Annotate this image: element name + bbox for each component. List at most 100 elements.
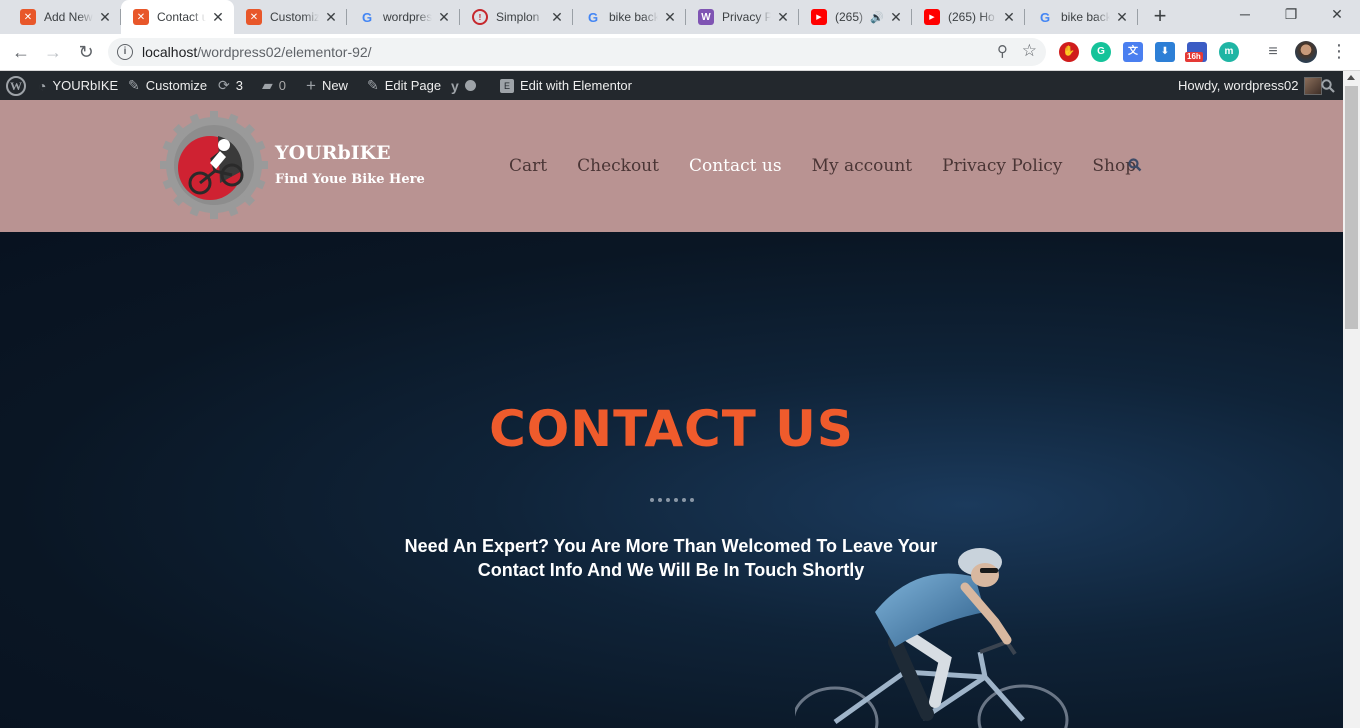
bike-logo-icon[interactable] — [160, 111, 268, 219]
close-tab-icon[interactable]: ✕ — [549, 9, 565, 26]
page-viewport: W ◔ YOURbIKE ✎ Customize ⟳ 3 ▰ 0 + New ✎… — [0, 71, 1343, 728]
customize-link[interactable]: ✎ Customize — [128, 71, 207, 100]
back-button[interactable]: ← — [8, 39, 34, 65]
browser-tab[interactable]: ! Simplon ✕ — [460, 0, 573, 34]
site-name-menu[interactable]: ◔ YOURbIKE — [38, 71, 118, 100]
cyclist-image — [795, 548, 1069, 728]
address-bar[interactable]: i localhost/wordpress02/elementor-92/ ⚲ … — [108, 38, 1046, 66]
grammarly-extension-icon[interactable]: G — [1091, 42, 1111, 62]
comment-icon: ▰ — [262, 77, 273, 93]
close-tab-icon[interactable]: ✕ — [775, 9, 791, 26]
nav-checkout[interactable]: Checkout — [577, 156, 659, 176]
browser-tab[interactable]: ▶ (265) 🔊 ✕ — [799, 0, 912, 34]
browser-tab[interactable]: ✕ Add New ✕ — [8, 0, 121, 34]
browser-tab[interactable]: W Privacy P ✕ — [686, 0, 799, 34]
elementor-icon: E — [500, 78, 514, 93]
wp-admin-bar: W ◔ YOURbIKE ✎ Customize ⟳ 3 ▰ 0 + New ✎… — [0, 71, 1343, 100]
google-icon: G — [361, 9, 373, 25]
pencil-icon: ✎ — [367, 77, 379, 93]
profile-avatar[interactable] — [1295, 41, 1317, 63]
browser-tab[interactable]: G wordpress ✕ — [347, 0, 460, 34]
edit-elementor-label: Edit with Elementor — [520, 78, 632, 93]
dashboard-icon: ◔ — [38, 77, 47, 94]
updates-count: 3 — [235, 78, 243, 93]
wordpress-logo-menu[interactable]: W — [6, 71, 26, 100]
close-tab-icon[interactable]: ✕ — [1001, 9, 1017, 26]
search-icon[interactable] — [1128, 158, 1142, 172]
chrome-menu-icon[interactable]: ⋮ — [1330, 40, 1348, 62]
edit-page-link[interactable]: ✎ Edit Page — [367, 71, 441, 100]
youtube-icon: ▶ — [924, 9, 940, 25]
close-tab-icon[interactable]: ✕ — [436, 9, 452, 26]
customize-label: Customize — [145, 78, 208, 93]
nav-my-account[interactable]: My account — [812, 156, 913, 176]
close-tab-icon[interactable]: ✕ — [1114, 9, 1130, 26]
new-content-menu[interactable]: + New — [306, 71, 348, 100]
simplon-icon: ! — [472, 9, 488, 25]
forward-button[interactable]: → — [40, 39, 66, 65]
xampp-icon: ✕ — [133, 9, 149, 25]
tab-title: (265) — [835, 10, 864, 24]
audio-playing-icon[interactable]: 🔊 — [870, 11, 884, 24]
yoast-menu[interactable]: y — [451, 71, 476, 100]
bookmark-star-icon[interactable]: ☆ — [1022, 41, 1037, 61]
updates-icon: ⟳ — [218, 77, 230, 93]
google-icon: G — [1039, 9, 1051, 25]
woocommerce-icon: W — [698, 9, 714, 25]
scroll-up-arrow[interactable] — [1347, 75, 1355, 80]
tab-title: Add New — [44, 10, 93, 24]
xampp-icon: ✕ — [20, 9, 36, 25]
nav-contact-us[interactable]: Contact us — [689, 156, 782, 176]
scrollbar-thumb[interactable] — [1345, 86, 1358, 329]
tab-title: Simplon — [496, 10, 540, 24]
close-tab-icon[interactable]: ✕ — [97, 9, 113, 26]
new-tab-button[interactable]: + — [1148, 5, 1172, 29]
m-extension-icon[interactable]: m — [1219, 42, 1239, 62]
site-title[interactable]: YOURbIKE — [275, 142, 391, 164]
admin-search-icon[interactable] — [1321, 71, 1335, 100]
site-header: YOURbIKE Find Youe Bike Here Cart Checko… — [0, 100, 1343, 232]
adblock-extension-icon[interactable]: ✋ — [1059, 42, 1079, 62]
close-tab-icon[interactable]: ✕ — [210, 9, 226, 26]
reload-button[interactable]: ↻ — [73, 39, 99, 65]
close-tab-icon[interactable]: ✕ — [888, 9, 904, 26]
page-scrollbar[interactable] — [1343, 71, 1360, 728]
browser-tab[interactable]: ✕ Customize ✕ — [234, 0, 347, 34]
minimize-button[interactable]: ─ — [1222, 0, 1268, 30]
nav-cart[interactable]: Cart — [509, 156, 547, 176]
my-account-menu[interactable]: Howdy, wordpress02 — [1178, 71, 1323, 100]
site-tagline: Find Youe Bike Here — [275, 172, 425, 187]
zoom-icon[interactable]: ⚲ — [997, 42, 1008, 60]
edit-with-elementor-link[interactable]: E Edit with Elementor — [500, 71, 632, 100]
close-tab-icon[interactable]: ✕ — [662, 9, 678, 26]
howdy-label: Howdy, wordpress02 — [1178, 78, 1299, 93]
site-name-label: YOURbIKE — [52, 78, 119, 93]
browser-tab-active[interactable]: ✕ Contact us ✕ — [121, 0, 234, 34]
tab-title: Contact us — [157, 10, 206, 24]
hero-section: CONTACT US Need An Expert? You Are More … — [0, 232, 1343, 728]
updates-link[interactable]: ⟳ 3 — [218, 71, 243, 100]
comments-count: 0 — [278, 78, 287, 93]
plus-icon: + — [306, 75, 316, 95]
google-icon: G — [587, 9, 599, 25]
new-label: New — [321, 78, 348, 93]
browser-tab[interactable]: G bike back ✕ — [573, 0, 686, 34]
yoast-icon: y — [451, 77, 459, 94]
tab-title: wordpress — [383, 10, 432, 24]
media-control-icon[interactable]: ≡ — [1260, 39, 1286, 65]
close-window-button[interactable]: ✕ — [1314, 0, 1360, 30]
seo-status-dot — [464, 80, 476, 91]
close-tab-icon[interactable]: ✕ — [323, 9, 339, 26]
browser-tab[interactable]: ▶ (265) Ho ✕ — [912, 0, 1025, 34]
browser-tab[interactable]: G bike back ✕ — [1025, 0, 1138, 34]
url-text[interactable]: localhost/wordpress02/elementor-92/ — [142, 44, 372, 60]
comments-link[interactable]: ▰ 0 — [262, 71, 286, 100]
download-extension-icon[interactable]: ⬇ — [1155, 42, 1175, 62]
timer-extension-icon[interactable]: 16h — [1185, 42, 1207, 62]
nav-privacy-policy[interactable]: Privacy Policy — [942, 156, 1062, 176]
translate-extension-icon[interactable]: 文 — [1123, 42, 1143, 62]
site-info-icon[interactable]: i — [117, 44, 133, 60]
restore-button[interactable]: ❐ — [1268, 0, 1314, 30]
youtube-icon: ▶ — [811, 9, 827, 25]
browser-toolbar: ← → ↻ i localhost/wordpress02/elementor-… — [0, 34, 1360, 71]
